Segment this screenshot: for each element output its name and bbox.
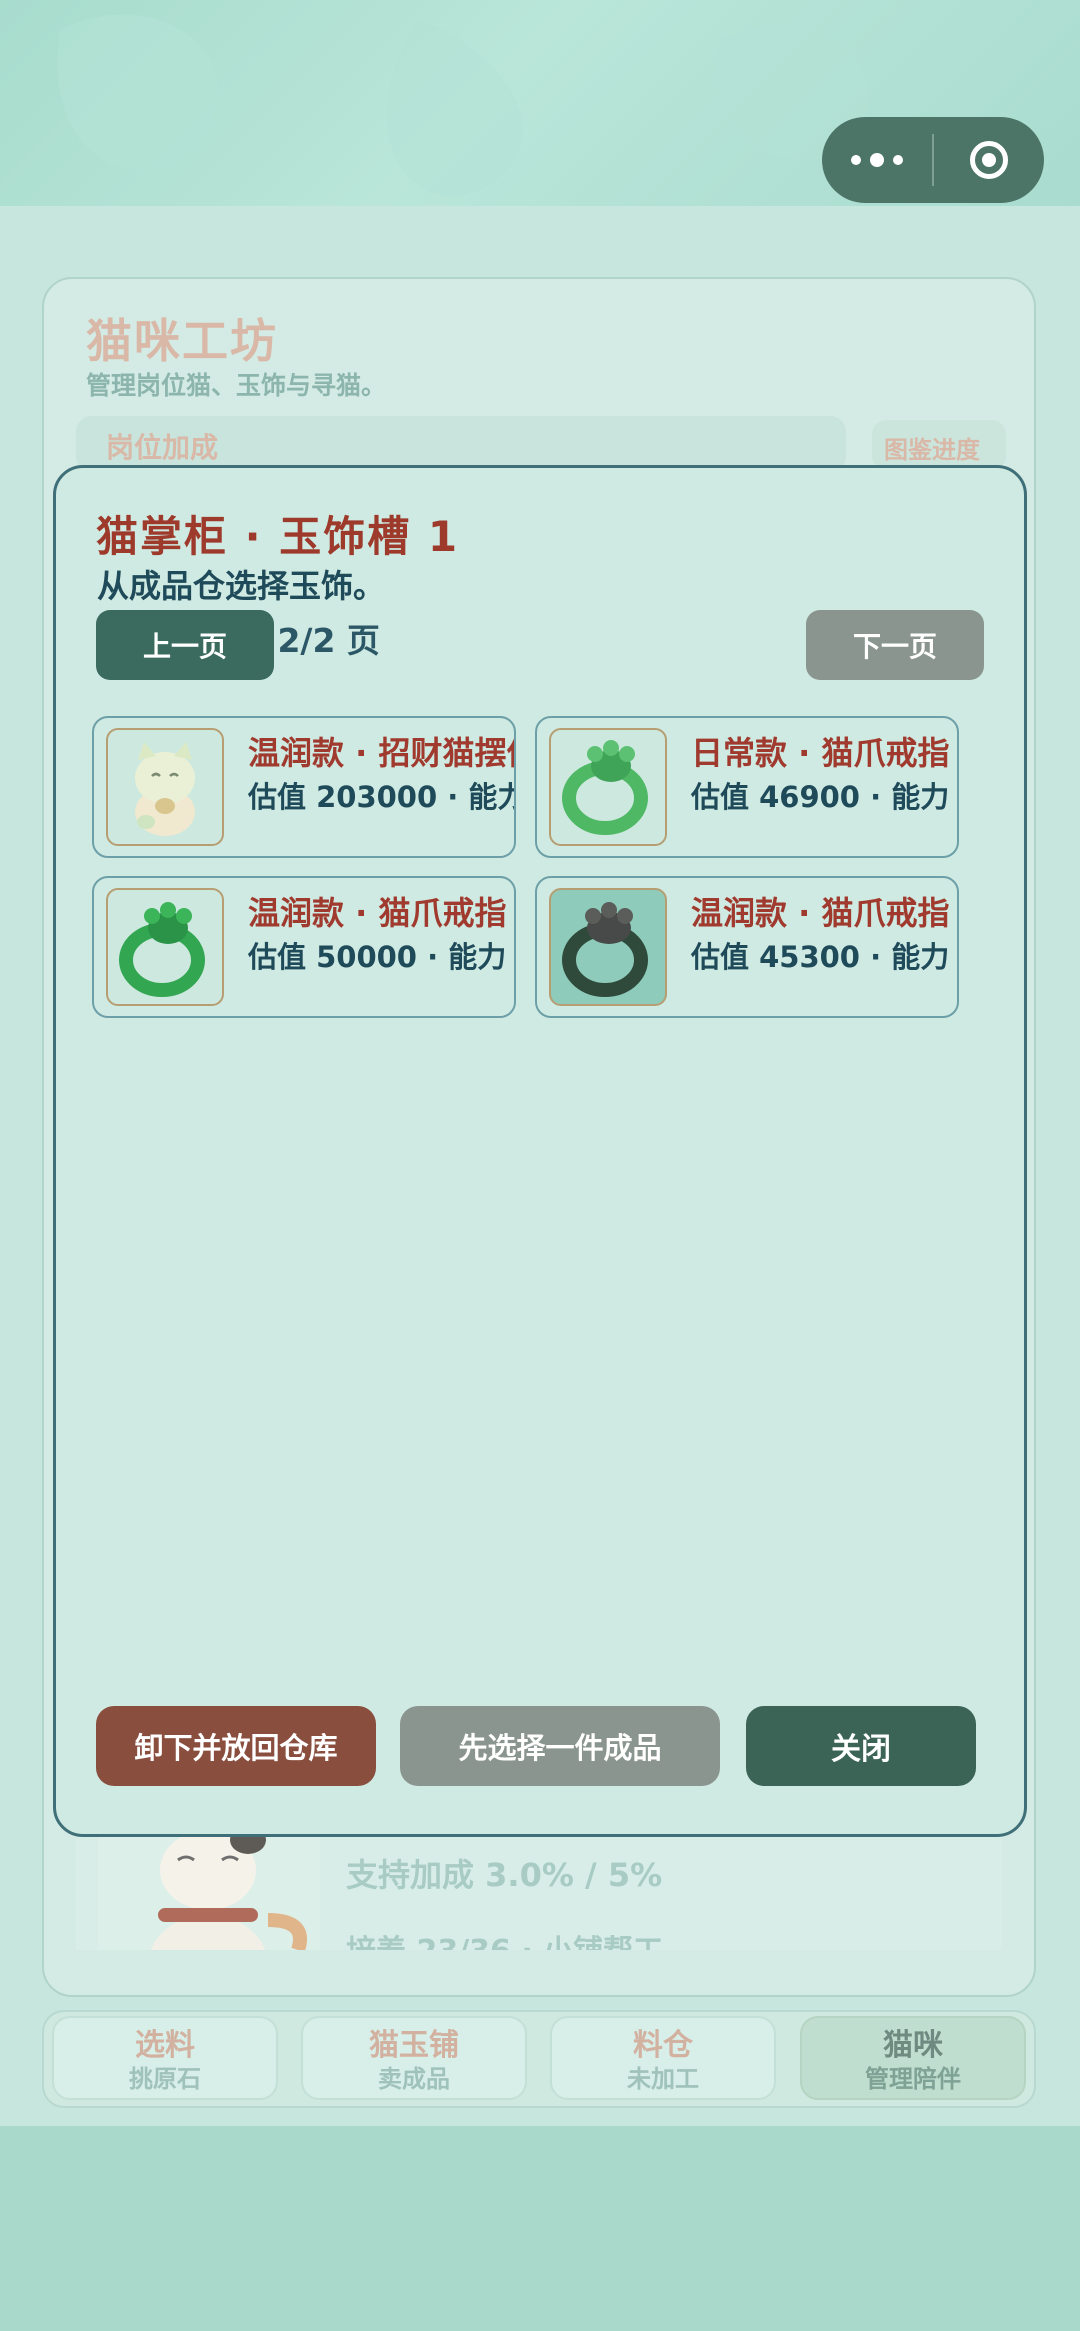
modal-subtitle: 从成品仓选择玉饰。 [97,567,386,605]
dark-jade-paw-ring-icon [549,888,667,1006]
item-name: 日常款 · 猫爪戒指 [691,734,950,772]
nav-sublabel: 挑原石 [129,2065,201,2093]
nav-label: 猫咪 [883,2028,943,2063]
jade-paw-ring-icon [106,888,224,1006]
bottom-strip [0,2126,1080,2331]
item-stats: 估值 45300 · 能力 13 [691,940,957,974]
nav-sublabel: 卖成品 [378,2065,450,2093]
close-button[interactable]: 关闭 [746,1706,976,1786]
item-stats: 估值 50000 · 能力 13 [248,940,514,974]
nav-item-cats[interactable]: 猫咪 管理陪伴 [800,2016,1026,2100]
jade-item-card[interactable]: 温润款 · 猫爪戒指 估值 50000 · 能力 13 [92,876,516,1018]
miniprogram-capsule [822,117,1044,203]
item-name: 温润款 · 猫爪戒指 [691,894,950,932]
next-page-button[interactable]: 下一页 [806,610,984,680]
jade-lucky-cat-icon [106,728,224,846]
item-name: 温润款 · 猫爪戒指 [248,894,507,932]
workshop-title: 猫咪工坊 [86,314,278,368]
item-stats: 估值 46900 · 能力 11 [691,780,957,814]
nav-sublabel: 管理陪伴 [865,2065,961,2093]
target-circle-icon[interactable] [934,117,1044,203]
workshop-subtitle: 管理岗位猫、玉饰与寻猫。 [86,371,387,400]
nav-label: 料仓 [633,2028,693,2063]
nav-item-jade-shop[interactable]: 猫玉铺 卖成品 [301,2016,527,2100]
more-dots-icon[interactable] [822,117,932,203]
jade-paw-ring-icon [549,728,667,846]
tab-bonus-label: 岗位加成 [106,431,219,464]
select-item-button[interactable]: 先选择一件成品 [400,1706,720,1786]
jade-item-card[interactable]: 温润款 · 猫爪戒指 估值 45300 · 能力 13 [535,876,959,1018]
cat-training-info: 培养 23/36 · 小铺帮工 [346,1926,663,1950]
prev-page-button[interactable]: 上一页 [96,610,274,680]
tab-bonus[interactable]: 岗位加成 [76,416,846,472]
nav-item-select-material[interactable]: 选料 挑原石 [52,2016,278,2100]
nav-sublabel: 未加工 [627,2065,699,2093]
nav-label: 选料 [135,2028,195,2063]
unload-to-warehouse-button[interactable]: 卸下并放回仓库 [96,1706,376,1786]
nav-label: 猫玉铺 [369,2028,459,2063]
jade-item-card[interactable]: 日常款 · 猫爪戒指 估值 46900 · 能力 11 [535,716,959,858]
item-stats: 估值 203000 · 能力 16 [248,780,514,814]
nav-item-warehouse[interactable]: 料仓 未加工 [550,2016,776,2100]
cat-info-panel: 支持加成 3.0% / 5% 培养 23/36 · 小铺帮工 [76,1830,1002,1950]
tab-collection-label: 图鉴进度 [884,436,980,464]
item-name: 温润款 · 招财猫摆件 [248,734,516,772]
tab-collection[interactable]: 图鉴进度 [872,420,1006,470]
cat-support-bonus: 支持加成 3.0% / 5% [346,1856,663,1894]
cat-avatar [98,1830,320,1950]
jade-item-card[interactable]: 温润款 · 招财猫摆件 估值 203000 · 能力 16 [92,716,516,858]
modal-title: 猫掌柜 · 玉饰槽 1 [96,512,460,561]
